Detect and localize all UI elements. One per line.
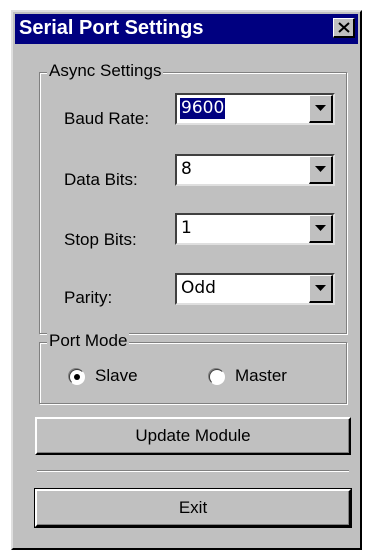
stop-bits-dropdown-button[interactable] (309, 215, 333, 243)
radio-selected-dot (74, 374, 80, 380)
separator (37, 470, 349, 472)
parity-label: Parity: (64, 288, 113, 307)
data-bits-value: 8 (181, 159, 192, 179)
radio-icon (209, 369, 225, 385)
data-bits-combobox[interactable]: 8 (175, 154, 335, 186)
window-title: Serial Port Settings (19, 17, 204, 39)
stop-bits-value: 1 (181, 218, 192, 238)
serial-port-settings-window: Serial Port Settings Async Settings Baud… (11, 10, 362, 550)
baud-rate-combobox[interactable]: 9600 (175, 93, 335, 125)
baud-rate-dropdown-button[interactable] (309, 95, 333, 123)
stop-bits-combobox[interactable]: 1 (175, 213, 335, 245)
slave-label: Slave (95, 366, 138, 385)
data-bits-label: Data Bits: (64, 170, 138, 189)
parity-combobox[interactable]: Odd (175, 273, 335, 305)
title-bar[interactable]: Serial Port Settings (15, 14, 358, 44)
port-mode-group (39, 342, 347, 404)
stop-bits-label: Stop Bits: (64, 230, 137, 249)
exit-button[interactable]: Exit (34, 488, 352, 528)
data-bits-dropdown-button[interactable] (309, 156, 333, 184)
port-mode-legend: Port Mode (47, 331, 130, 351)
parity-dropdown-button[interactable] (309, 275, 333, 303)
close-button[interactable] (333, 18, 355, 38)
async-settings-legend: Async Settings (47, 61, 164, 81)
baud-rate-value: 9600 (180, 98, 226, 119)
baud-rate-label: Baud Rate: (64, 109, 150, 128)
radio-icon (69, 369, 85, 385)
parity-value: Odd (181, 278, 216, 298)
master-label: Master (235, 366, 287, 385)
update-module-button[interactable]: Update Module (35, 417, 351, 455)
